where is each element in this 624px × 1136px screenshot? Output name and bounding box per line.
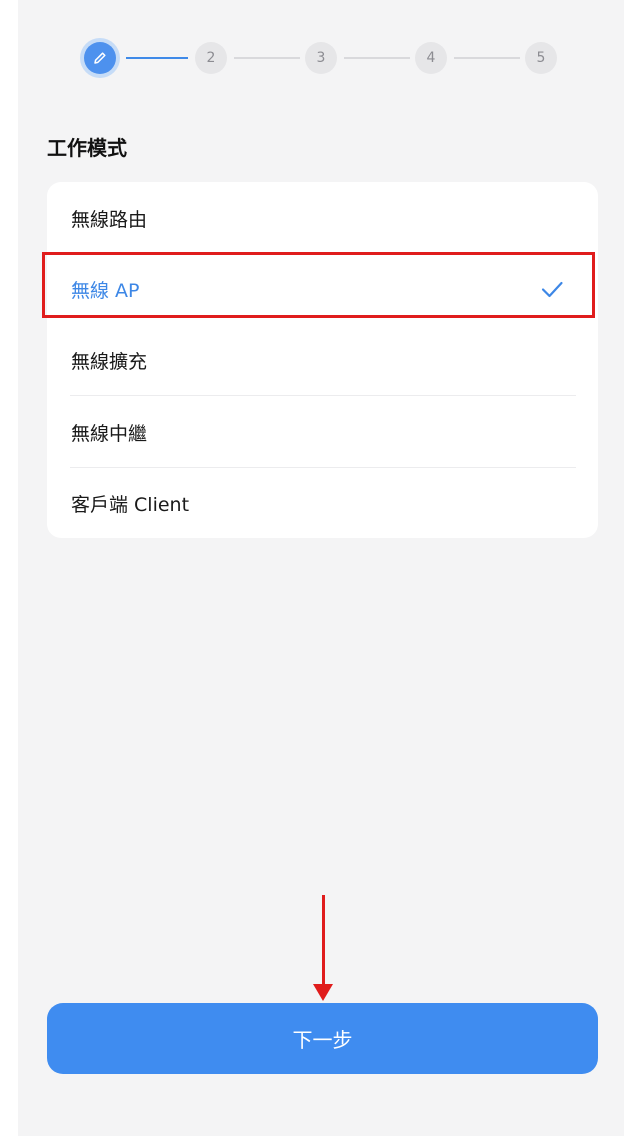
screen — [18, 0, 624, 1136]
pencil-icon — [94, 52, 106, 64]
step-5: 5 — [525, 42, 557, 74]
step-2: 2 — [195, 42, 227, 74]
step-1-current — [80, 38, 120, 78]
step-4: 4 — [415, 42, 447, 74]
section-title: 工作模式 — [47, 136, 127, 160]
option-wireless-router[interactable]: 無線路由 — [47, 182, 598, 254]
option-wireless-repeater[interactable]: 無線中繼 — [47, 396, 598, 468]
option-client[interactable]: 客戶端 Client — [47, 468, 598, 538]
progress-stepper: 2 3 4 5 — [80, 38, 564, 78]
annotation-highlight-box — [42, 252, 595, 318]
option-label: 客戶端 Client — [71, 493, 190, 516]
option-label: 無線中繼 — [71, 422, 148, 445]
step-connector-1 — [126, 57, 188, 59]
step-connector-4 — [454, 57, 520, 59]
option-label: 無線擴充 — [71, 350, 148, 373]
next-step-button[interactable]: 下一步 — [47, 1003, 598, 1074]
option-label: 無線路由 — [71, 208, 148, 231]
mode-option-list: 無線路由 無線 AP 無線擴充 無線中繼 客戶端 Client — [47, 182, 598, 538]
step-connector-2 — [234, 57, 300, 59]
annotation-arrow-head — [313, 984, 333, 1001]
step-3: 3 — [305, 42, 337, 74]
annotation-arrow — [322, 895, 325, 987]
option-wireless-extender[interactable]: 無線擴充 — [47, 324, 598, 396]
step-connector-3 — [344, 57, 410, 59]
